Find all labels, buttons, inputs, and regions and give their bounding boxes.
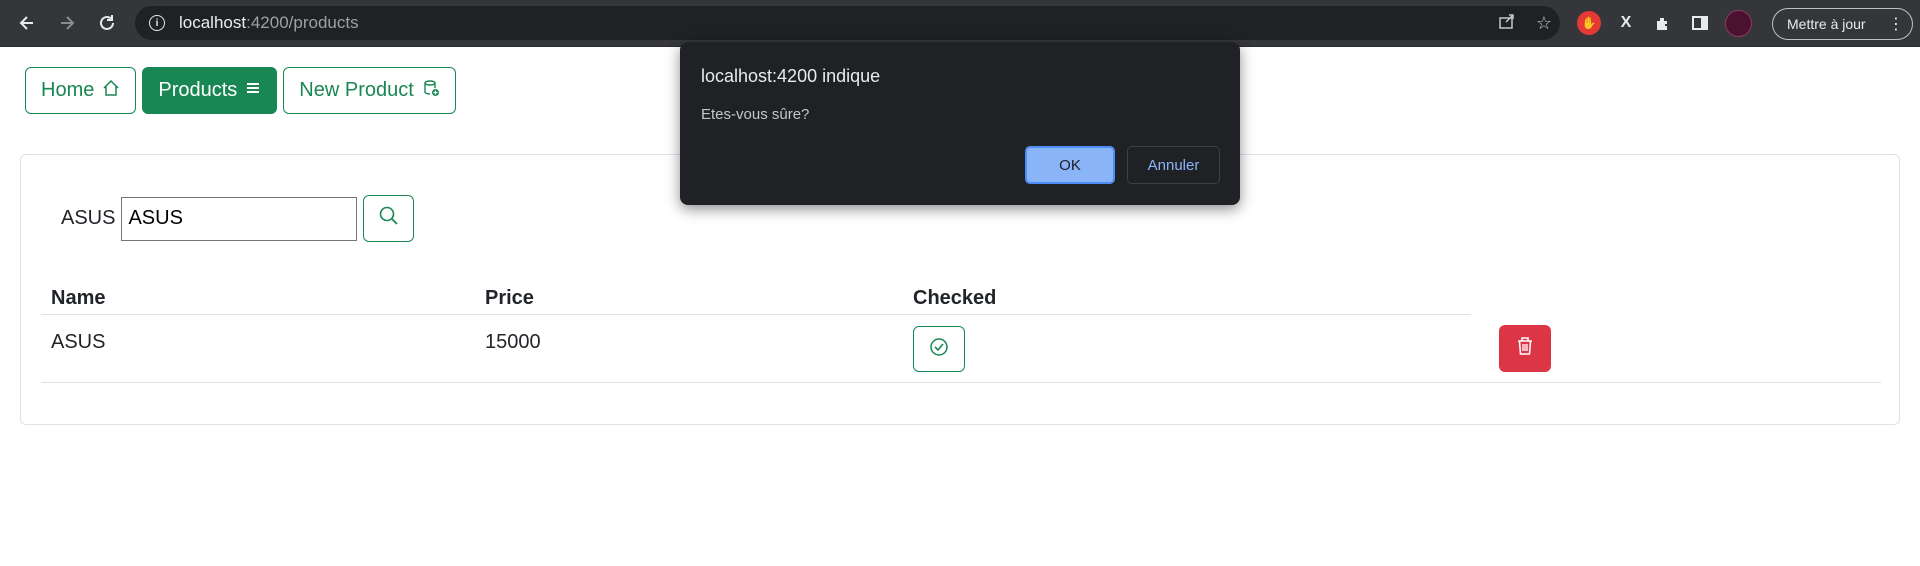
home-button[interactable]: Home — [25, 67, 137, 114]
check-circle-icon — [929, 337, 949, 362]
back-icon[interactable] — [12, 8, 42, 38]
ok-button[interactable]: OK — [1025, 146, 1115, 184]
new-product-button[interactable]: New Product — [283, 67, 456, 114]
new-product-label: New Product — [299, 79, 414, 101]
dialog-message: Etes-vous sûre? — [701, 106, 810, 123]
url-host: localhost — [179, 13, 247, 32]
table-header: Name Price Checked — [41, 275, 1471, 315]
cancel-button[interactable]: Annuler — [1127, 146, 1220, 184]
extensions-area: ✋ X — [1577, 8, 1752, 38]
profile-icon[interactable] — [1725, 9, 1752, 37]
adblock-extension-icon[interactable]: ✋ — [1577, 11, 1601, 35]
share-icon[interactable] — [1498, 12, 1516, 35]
search-form: ASUS — [61, 195, 415, 242]
table-row: ASUS 15000 — [41, 316, 1881, 383]
header-name: Name — [51, 287, 106, 309]
address-bar[interactable]: i localhost:4200/products ☆ — [135, 6, 1560, 40]
search-label: ASUS — [61, 207, 116, 229]
reload-icon[interactable] — [92, 8, 122, 38]
star-icon[interactable]: ☆ — [1536, 13, 1552, 34]
trash-icon — [1516, 336, 1534, 361]
forward-icon[interactable] — [52, 8, 82, 38]
dialog-title: localhost:4200 indique — [701, 66, 881, 86]
delete-button[interactable] — [1499, 325, 1551, 372]
check-button[interactable] — [913, 326, 965, 372]
cell-price: 15000 — [485, 331, 541, 353]
header-checked: Checked — [913, 287, 997, 309]
search-button[interactable] — [363, 195, 415, 242]
sidebar-icon[interactable] — [1688, 11, 1712, 35]
database-add-icon — [422, 79, 440, 102]
extension-icon[interactable] — [1651, 11, 1675, 35]
products-label: Products — [158, 79, 238, 101]
list-icon — [245, 80, 261, 101]
search-icon — [378, 205, 400, 232]
update-label: Mettre à jour — [1787, 16, 1866, 32]
house-icon — [102, 79, 120, 102]
update-button[interactable]: Mettre à jour ⋮ — [1772, 8, 1913, 40]
url-path: :4200/products — [246, 13, 359, 32]
omnibox-actions: ☆ — [1498, 6, 1552, 40]
products-button[interactable]: Products — [142, 67, 278, 114]
browser-toolbar: i localhost:4200/products ☆ ✋ X Mettre à… — [0, 0, 1920, 47]
header-price: Price — [485, 287, 534, 309]
confirm-dialog: localhost:4200 indique Etes-vous sûre? O… — [680, 42, 1240, 205]
search-input[interactable] — [121, 196, 358, 241]
home-label: Home — [41, 79, 95, 101]
x-extension-icon[interactable]: X — [1614, 11, 1638, 35]
app-nav: Home Products New Product — [25, 67, 456, 114]
cell-name: ASUS — [51, 331, 106, 353]
menu-icon[interactable]: ⋮ — [1888, 14, 1904, 34]
info-icon[interactable]: i — [149, 15, 165, 31]
url-text: localhost:4200/products — [179, 13, 359, 33]
